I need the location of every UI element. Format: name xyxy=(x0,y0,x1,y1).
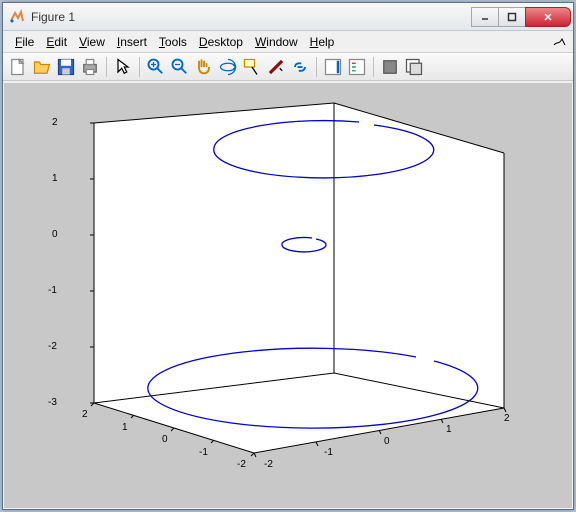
close-button[interactable] xyxy=(525,7,571,27)
pointer-button[interactable] xyxy=(112,56,134,78)
show-tools-button[interactable] xyxy=(403,56,425,78)
y-tick: 1 xyxy=(446,424,452,435)
window-title: Figure 1 xyxy=(31,10,472,24)
rotate3d-button[interactable] xyxy=(217,56,239,78)
z-tick: 2 xyxy=(52,117,58,128)
menu-view[interactable]: View xyxy=(73,33,111,51)
z-tick: 1 xyxy=(52,173,58,184)
menubar: File Edit View Insert Tools Desktop Wind… xyxy=(3,31,573,53)
y-tick: -2 xyxy=(264,459,273,470)
z-tick: -2 xyxy=(48,341,57,352)
y-tick: 2 xyxy=(504,413,510,424)
brush-button[interactable] xyxy=(265,56,287,78)
axes-3d xyxy=(34,93,544,493)
link-button[interactable] xyxy=(289,56,311,78)
window-controls xyxy=(472,7,571,27)
figure-window: Figure 1 File Edit View Insert Tools Des… xyxy=(2,2,574,510)
y-tick: 0 xyxy=(384,436,390,447)
x-tick: 0 xyxy=(162,434,168,445)
menu-insert[interactable]: Insert xyxy=(111,33,153,51)
colorbar-button[interactable] xyxy=(322,56,344,78)
menu-tools[interactable]: Tools xyxy=(153,33,193,51)
x-tick: -2 xyxy=(237,459,246,470)
minimize-button[interactable] xyxy=(471,7,499,27)
matlab-icon xyxy=(9,9,25,25)
pan-button[interactable] xyxy=(193,56,215,78)
toolbar xyxy=(3,53,573,81)
menu-help[interactable]: Help xyxy=(304,33,341,51)
legend-button[interactable] xyxy=(346,56,368,78)
menu-window[interactable]: Window xyxy=(249,33,304,51)
print-button[interactable] xyxy=(79,56,101,78)
z-tick: -3 xyxy=(48,397,57,408)
z-tick: -1 xyxy=(48,285,57,296)
save-button[interactable] xyxy=(55,56,77,78)
y-tick: -1 xyxy=(324,447,333,458)
zoom-out-button[interactable] xyxy=(169,56,191,78)
x-tick: 1 xyxy=(122,422,128,433)
open-button[interactable] xyxy=(31,56,53,78)
menu-file[interactable]: File xyxy=(9,33,40,51)
hide-tools-button[interactable] xyxy=(379,56,401,78)
z-tick: 0 xyxy=(52,229,58,240)
new-figure-button[interactable] xyxy=(7,56,29,78)
menu-edit[interactable]: Edit xyxy=(40,33,73,51)
x-tick: 2 xyxy=(82,409,88,420)
dock-icon[interactable] xyxy=(553,35,567,49)
zoom-in-button[interactable] xyxy=(145,56,167,78)
datacursor-button[interactable] xyxy=(241,56,263,78)
x-tick: -1 xyxy=(199,447,208,458)
maximize-button[interactable] xyxy=(498,7,526,27)
menu-desktop[interactable]: Desktop xyxy=(193,33,249,51)
titlebar[interactable]: Figure 1 xyxy=(3,3,573,31)
figure-canvas[interactable]: 2 1 0 -1 -2 -3 2 1 0 -1 -2 -2 -1 0 1 2 xyxy=(4,83,572,508)
